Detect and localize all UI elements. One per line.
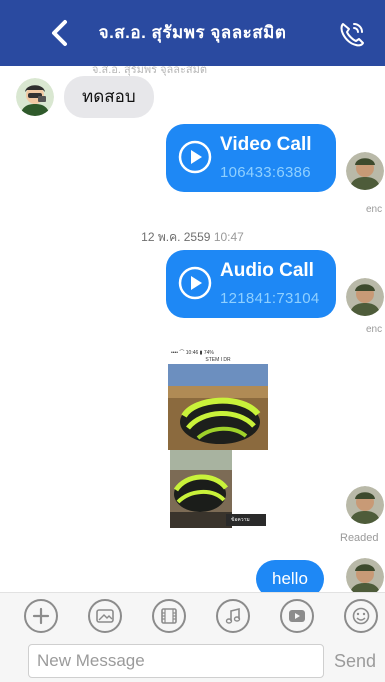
emoji-icon[interactable]	[344, 599, 378, 633]
helmet-photo	[168, 364, 268, 450]
date-separator: 12 พ.ค. 2559 10:47	[0, 228, 385, 247]
play-circle-icon	[178, 266, 212, 300]
audio-call-bubble[interactable]: Audio Call 121841:73104	[166, 250, 336, 318]
shared-photo-screenshot[interactable]: •••• ⌒ 10:46 ▮ 74% STEM I DR	[168, 348, 268, 450]
read-status: Readed	[340, 532, 379, 544]
message-time: 10:47	[213, 230, 244, 244]
music-note-icon[interactable]	[216, 599, 250, 633]
phone-call-icon[interactable]	[337, 19, 367, 49]
video-call-bubble[interactable]: Video Call 106433:6386	[166, 124, 336, 192]
photo-caption: ข้อความ	[226, 514, 266, 526]
incoming-message[interactable]: ทดสอบ	[64, 76, 154, 118]
photo-appbar: STEM I DR	[205, 357, 231, 363]
user-avatar	[346, 486, 384, 524]
outgoing-message[interactable]: hello	[256, 560, 324, 592]
video-call-title: Video Call	[220, 134, 312, 155]
send-button[interactable]: Send	[334, 644, 376, 678]
helmet-photo	[170, 450, 232, 528]
shared-photo-helmet[interactable]: ข้อความ	[170, 450, 266, 528]
audio-call-id: 121841:73104	[220, 290, 320, 307]
message-status: enc	[366, 204, 383, 215]
audio-call-title: Audio Call	[220, 260, 314, 281]
video-film-icon[interactable]	[152, 599, 186, 633]
message-date: 12 พ.ค. 2559	[141, 230, 211, 244]
user-avatar	[346, 278, 384, 316]
message-input[interactable]	[28, 644, 324, 678]
sticker-icon[interactable]	[88, 599, 122, 633]
video-call-id: 106433:6386	[220, 164, 311, 181]
play-circle-icon	[178, 140, 212, 174]
user-avatar	[346, 558, 384, 592]
compose-bar: Send	[0, 640, 385, 682]
message-list[interactable]: จ.ส.อ. สุรัมพร จุลละสมิต ทดสอบ Video Cal…	[0, 66, 385, 592]
plus-icon[interactable]	[24, 599, 58, 633]
contact-avatar[interactable]	[16, 78, 54, 116]
chat-title: จ.ส.อ. สุรัมพร จุลละสมิต	[98, 23, 287, 42]
message-status: enc	[366, 324, 383, 335]
user-avatar	[346, 152, 384, 190]
app-header: จ.ส.อ. สุรัมพร จุลละสมิต	[0, 0, 385, 66]
play-video-icon[interactable]	[280, 599, 314, 633]
attachment-toolbar	[0, 592, 385, 640]
